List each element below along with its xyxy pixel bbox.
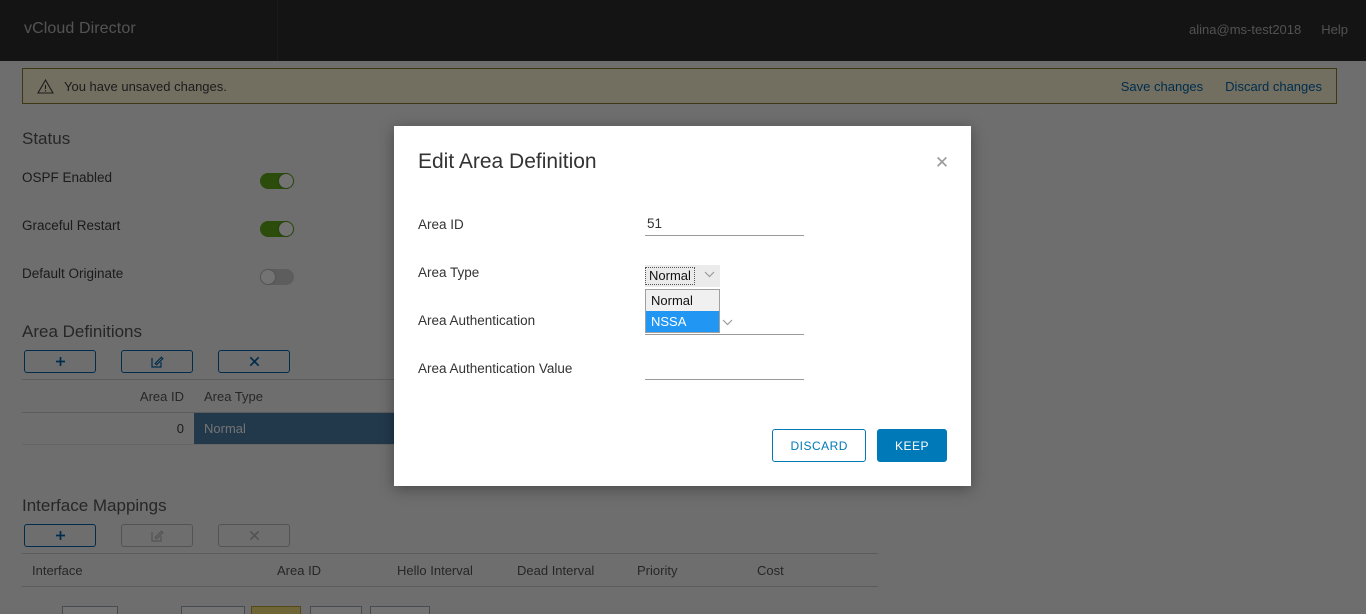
- close-x-icon: [249, 356, 260, 367]
- area-authentication-value-label: Area Authentication Value: [418, 361, 572, 376]
- interface-mappings-title: Interface Mappings: [22, 496, 167, 516]
- column-header-dead-interval[interactable]: Dead Interval: [507, 554, 627, 587]
- edit-interface-mapping-button: [121, 524, 193, 547]
- close-x-icon[interactable]: ✕: [933, 154, 951, 172]
- area-type-label: Area Type: [418, 265, 479, 280]
- add-interface-mapping-button[interactable]: [24, 524, 96, 547]
- add-area-definition-button[interactable]: [24, 350, 96, 373]
- area-type-option-nssa[interactable]: NSSA: [646, 311, 719, 332]
- plus-icon: [55, 530, 66, 541]
- edit-area-definition-dialog: Edit Area Definition ✕ Area ID Area Type…: [394, 126, 971, 486]
- bottom-chip[interactable]: [62, 606, 118, 614]
- area-definitions-title: Area Definitions: [22, 322, 142, 342]
- area-id-input[interactable]: [645, 214, 804, 236]
- column-header-priority[interactable]: Priority: [627, 554, 747, 587]
- interface-mappings-toolbar: [24, 524, 290, 547]
- area-definitions-toolbar: [24, 350, 290, 373]
- user-account-label[interactable]: alina@ms-test2018: [1189, 22, 1301, 37]
- column-header-area-id[interactable]: Area ID: [22, 380, 194, 413]
- app-brand-title: vCloud Director: [24, 20, 136, 38]
- help-link[interactable]: Help: [1321, 22, 1348, 37]
- table-header-row: Interface Area ID Hello Interval Dead In…: [22, 554, 878, 587]
- save-changes-link[interactable]: Save changes: [1121, 79, 1203, 94]
- column-header-cost[interactable]: Cost: [747, 554, 878, 587]
- keep-button[interactable]: KEEP: [877, 429, 947, 462]
- discard-button[interactable]: DISCARD: [772, 429, 866, 462]
- bottom-chip[interactable]: [251, 606, 301, 614]
- banner-message-group: You have unsaved changes.: [37, 79, 227, 94]
- header-divider: [277, 0, 278, 61]
- bottom-chip[interactable]: [370, 606, 430, 614]
- warning-triangle-icon: [37, 79, 54, 94]
- discard-changes-link[interactable]: Discard changes: [1225, 79, 1322, 94]
- column-header-interface[interactable]: Interface: [22, 554, 267, 587]
- bottom-chip[interactable]: [310, 606, 362, 614]
- app-header: vCloud Director alina@ms-test2018 Help: [0, 0, 1366, 61]
- plus-icon: [55, 356, 66, 367]
- dialog-title: Edit Area Definition: [418, 150, 597, 174]
- edit-area-definition-button[interactable]: [121, 350, 193, 373]
- header-user-area: alina@ms-test2018 Help: [1189, 22, 1348, 37]
- ospf-enabled-label: OSPF Enabled: [22, 170, 112, 185]
- banner-message: You have unsaved changes.: [64, 79, 227, 94]
- chevron-down-icon: [722, 319, 733, 326]
- unsaved-changes-banner: You have unsaved changes. Save changes D…: [22, 68, 1337, 104]
- ospf-enabled-toggle[interactable]: [260, 173, 294, 189]
- graceful-restart-toggle[interactable]: [260, 221, 294, 237]
- area-authentication-value-input[interactable]: [645, 358, 804, 380]
- banner-actions: Save changes Discard changes: [1121, 79, 1322, 94]
- default-originate-toggle[interactable]: [260, 269, 294, 285]
- edit-icon: [151, 529, 164, 542]
- area-id-label: Area ID: [418, 217, 464, 232]
- status-section-title: Status: [22, 129, 70, 149]
- bottom-cutoff-strip: [0, 606, 1366, 614]
- dialog-actions: DISCARD KEEP: [772, 429, 947, 462]
- column-header-area-id[interactable]: Area ID: [267, 554, 387, 587]
- interface-mappings-table: Interface Area ID Hello Interval Dead In…: [22, 553, 878, 587]
- delete-interface-mapping-button: [218, 524, 290, 547]
- delete-area-definition-button[interactable]: [218, 350, 290, 373]
- close-x-icon: [249, 530, 260, 541]
- edit-icon: [151, 355, 164, 368]
- column-header-hello-interval[interactable]: Hello Interval: [387, 554, 507, 587]
- chevron-down-icon: [704, 271, 715, 278]
- bottom-chip[interactable]: [181, 606, 245, 614]
- cell-area-id: 0: [22, 413, 194, 445]
- area-authentication-label: Area Authentication: [418, 313, 535, 328]
- default-originate-label: Default Originate: [22, 266, 123, 281]
- area-type-option-normal[interactable]: Normal: [646, 290, 719, 311]
- graceful-restart-label: Graceful Restart: [22, 218, 120, 233]
- area-type-option-list[interactable]: Normal NSSA: [645, 289, 720, 333]
- area-type-select[interactable]: Normal: [645, 265, 720, 287]
- area-type-selected-value: Normal: [646, 268, 694, 284]
